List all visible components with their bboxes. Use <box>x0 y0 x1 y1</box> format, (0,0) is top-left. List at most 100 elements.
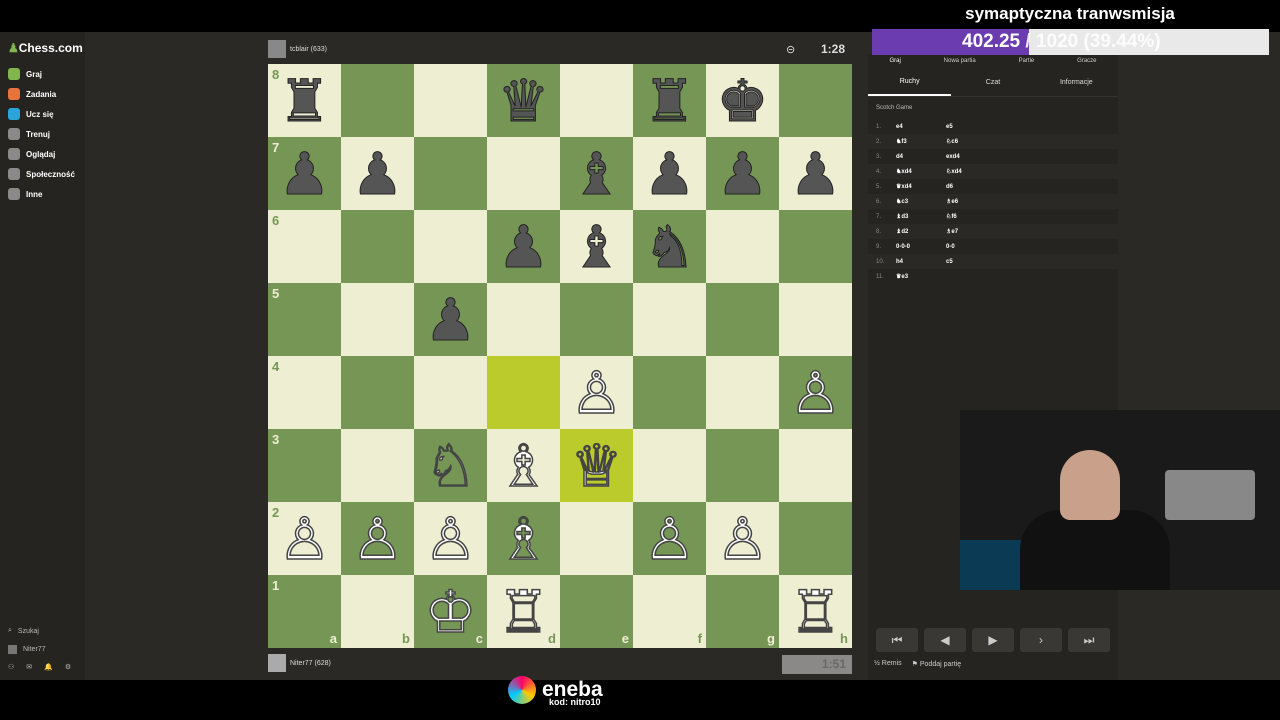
white-move[interactable]: h4 <box>896 259 946 265</box>
black-piece-P[interactable]: ♟ <box>789 144 842 203</box>
square-h8[interactable] <box>779 64 852 137</box>
tab-1[interactable]: Nowa partia <box>944 58 976 64</box>
square-d8[interactable]: ♛ <box>487 64 560 137</box>
square-h2[interactable] <box>779 502 852 575</box>
square-h7[interactable]: ♟ <box>779 137 852 210</box>
black-move[interactable]: d6 <box>946 184 996 190</box>
white-piece-N[interactable]: ♘ <box>424 436 478 496</box>
square-f8[interactable]: ♜ <box>633 64 706 137</box>
square-b1[interactable]: b <box>341 575 414 648</box>
black-move[interactable]: ♘f6 <box>946 213 996 220</box>
tab-0[interactable]: Graj <box>889 58 900 64</box>
black-move[interactable]: 0-0 <box>946 244 996 250</box>
sidebar-item-3[interactable]: Trenuj <box>0 124 85 144</box>
black-piece-N[interactable]: ♞ <box>643 217 696 276</box>
square-c5[interactable]: ♟ <box>414 283 487 356</box>
square-a5[interactable]: 5 <box>268 283 341 356</box>
play-button[interactable]: ▶ <box>972 628 1014 652</box>
square-a2[interactable]: 2 ♙ <box>268 502 341 575</box>
black-move[interactable]: ♗e6 <box>946 198 996 205</box>
top-player[interactable]: tcblair (633) <box>268 40 327 58</box>
square-a6[interactable]: 6 <box>268 210 341 283</box>
bottom-player[interactable]: Niter77 (628) <box>268 654 331 672</box>
sidebar-item-0[interactable]: Graj <box>0 64 85 84</box>
draw-button[interactable]: ½ Remis <box>874 660 902 668</box>
black-move[interactable]: e5 <box>946 124 996 130</box>
tab-2[interactable]: Partie <box>1019 58 1035 64</box>
square-g4[interactable] <box>706 356 779 429</box>
square-e7[interactable]: ♝ <box>560 137 633 210</box>
black-piece-P[interactable]: ♟ <box>716 144 769 203</box>
square-g2[interactable]: ♙ <box>706 502 779 575</box>
square-b7[interactable]: ♟ <box>341 137 414 210</box>
square-a1[interactable]: 1a <box>268 575 341 648</box>
sidebar-item-2[interactable]: Ucz się <box>0 104 85 124</box>
white-piece-R[interactable]: ♖ <box>497 582 551 642</box>
square-e4[interactable]: ♙ <box>560 356 633 429</box>
white-piece-P[interactable]: ♙ <box>278 509 332 569</box>
white-piece-R[interactable]: ♖ <box>789 582 843 642</box>
first-move-button[interactable]: ⏮ <box>876 628 918 652</box>
chess-logo[interactable]: ♟Chess.com <box>8 41 83 55</box>
prev-move-button[interactable]: ◀ <box>924 628 966 652</box>
last-move-button[interactable]: ⏭ <box>1068 628 1110 652</box>
square-d4[interactable] <box>487 356 560 429</box>
white-piece-P[interactable]: ♙ <box>351 509 405 569</box>
black-piece-P[interactable]: ♟ <box>643 144 696 203</box>
square-b3[interactable] <box>341 429 414 502</box>
black-move[interactable]: c5 <box>946 259 996 265</box>
square-d3[interactable]: ♗ <box>487 429 560 502</box>
square-g3[interactable] <box>706 429 779 502</box>
sidebar-item-4[interactable]: Oglądaj <box>0 144 85 164</box>
search-item[interactable]: ⌕ Szukaj <box>8 622 71 640</box>
white-move[interactable]: ♝d2 <box>896 228 946 235</box>
white-move[interactable]: ♝d3 <box>896 213 946 220</box>
square-g5[interactable] <box>706 283 779 356</box>
square-f3[interactable] <box>633 429 706 502</box>
white-piece-B[interactable]: ♗ <box>497 436 551 496</box>
square-f7[interactable]: ♟ <box>633 137 706 210</box>
mail-icon[interactable]: ✉ <box>26 663 32 671</box>
white-piece-P[interactable]: ♙ <box>424 509 478 569</box>
sidebar-item-5[interactable]: Społeczność <box>0 164 85 184</box>
sidebar-item-1[interactable]: Zadania <box>0 84 85 104</box>
square-h4[interactable]: ♙ <box>779 356 852 429</box>
white-piece-B[interactable]: ♗ <box>497 509 551 569</box>
chess-board[interactable]: 8 ♜ ♛ ♜ ♚ 7 ♟ ♟ ♝ ♟ ♟ ♟ 6 ♟ ♝ ♞ 5 ♟ 4 ♙ ♙ 3 ♘ ♗ ♕ 2 ♙ ♙ ♙ ♗ ♙ ♙ 1 a b c ♔ d ♖ e… <box>268 64 852 648</box>
square-g8[interactable]: ♚ <box>706 64 779 137</box>
black-piece-K[interactable]: ♚ <box>716 71 769 130</box>
black-piece-R[interactable]: ♜ <box>278 71 331 130</box>
square-d1[interactable]: d ♖ <box>487 575 560 648</box>
square-a7[interactable]: 7 ♟ <box>268 137 341 210</box>
white-move[interactable]: d4 <box>896 154 946 160</box>
black-piece-P[interactable]: ♟ <box>424 290 477 349</box>
square-d7[interactable] <box>487 137 560 210</box>
square-e8[interactable] <box>560 64 633 137</box>
square-c8[interactable] <box>414 64 487 137</box>
square-d5[interactable] <box>487 283 560 356</box>
square-c7[interactable] <box>414 137 487 210</box>
white-move[interactable]: ♛xd4 <box>896 183 946 190</box>
white-move[interactable]: ♞xd4 <box>896 168 946 175</box>
black-move[interactable]: ♘c6 <box>946 138 996 145</box>
resign-button[interactable]: ⚑ Poddaj partię <box>912 660 962 668</box>
white-piece-Q[interactable]: ♕ <box>570 436 624 496</box>
square-b5[interactable] <box>341 283 414 356</box>
square-f4[interactable] <box>633 356 706 429</box>
square-f5[interactable] <box>633 283 706 356</box>
square-g7[interactable]: ♟ <box>706 137 779 210</box>
black-move[interactable]: exd4 <box>946 154 996 160</box>
white-move[interactable]: e4 <box>896 124 946 130</box>
square-c6[interactable] <box>414 210 487 283</box>
user-item[interactable]: Niter77 <box>8 640 71 658</box>
black-piece-B[interactable]: ♝ <box>570 217 623 276</box>
black-piece-P[interactable]: ♟ <box>278 144 331 203</box>
square-b8[interactable] <box>341 64 414 137</box>
square-d6[interactable]: ♟ <box>487 210 560 283</box>
square-f2[interactable]: ♙ <box>633 502 706 575</box>
black-move[interactable]: ♗e7 <box>946 228 996 235</box>
black-piece-Q[interactable]: ♛ <box>497 71 550 130</box>
tab-3[interactable]: Gracze <box>1077 58 1096 64</box>
square-b2[interactable]: ♙ <box>341 502 414 575</box>
black-piece-P[interactable]: ♟ <box>351 144 404 203</box>
